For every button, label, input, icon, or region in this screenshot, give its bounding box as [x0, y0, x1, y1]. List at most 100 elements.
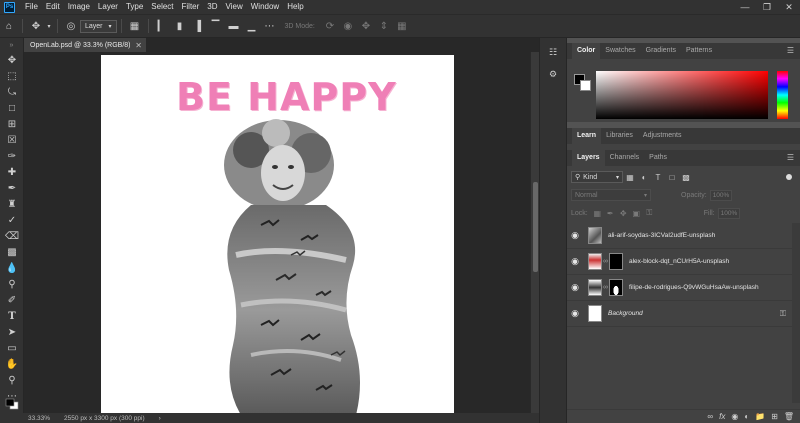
lock-artboard-icon[interactable]: ▣ — [630, 209, 643, 218]
visibility-eye-icon[interactable]: ◉ — [567, 282, 583, 293]
color-picker-field[interactable] — [596, 71, 768, 119]
lock-transparent-pixels-icon[interactable]: ▦ — [591, 209, 604, 218]
layers-scrollbar[interactable] — [792, 223, 800, 403]
home-icon[interactable]: ⌂ — [0, 17, 18, 35]
link-layers-icon[interactable]: ∞ — [707, 412, 713, 421]
adjustment-filter-icon[interactable]: ◐ — [637, 171, 651, 183]
dodge-tool-icon[interactable]: ⚲ — [0, 276, 24, 292]
auto-select-icon[interactable]: ◎ — [62, 17, 80, 35]
menu-edit[interactable]: Edit — [42, 0, 64, 14]
visibility-eye-icon[interactable]: ◉ — [567, 256, 583, 267]
minimize-icon[interactable]: — — [734, 0, 756, 14]
transform-controls-icon[interactable]: ▦ — [126, 17, 144, 35]
layer-row[interactable]: ◉ Background ⚿ — [567, 301, 792, 327]
pen-tool-icon[interactable]: ✐ — [0, 292, 24, 308]
align-middle-icon[interactable]: ▬ — [225, 17, 243, 35]
frame-tool-icon[interactable]: ☒ — [0, 132, 24, 148]
tab-layers[interactable]: Layers — [572, 150, 605, 166]
zoom-level[interactable]: 33.33% — [28, 415, 50, 422]
tab-patterns[interactable]: Patterns — [681, 43, 717, 59]
brush-tool-icon[interactable]: ✒ — [0, 180, 24, 196]
lasso-tool-icon[interactable]: ⤿ — [0, 84, 24, 100]
tab-learn[interactable]: Learn — [572, 128, 602, 144]
lock-all-icon[interactable]: ⚿ — [643, 208, 656, 218]
background-color-swatch[interactable] — [580, 80, 591, 91]
panel-menu-icon[interactable]: ☰ — [787, 153, 794, 162]
align-top-icon[interactable]: ▔ — [207, 17, 225, 35]
menu-image[interactable]: Image — [64, 0, 94, 14]
adjustment-layer-icon[interactable]: ◐ — [744, 412, 749, 421]
3d-rotate-icon[interactable]: ⟳ — [321, 17, 339, 35]
visibility-eye-icon[interactable]: ◉ — [567, 308, 583, 319]
3d-scale-icon[interactable]: ▦ — [393, 17, 411, 35]
layer-row[interactable]: ◉ ali-arif-soydas-3ICVaI2udfE-unsplash — [567, 223, 792, 249]
more-options-icon[interactable]: ⋯ — [261, 17, 279, 35]
document-tab[interactable]: OpenLab.psd @ 33.3% (RGB/8) ✕ — [24, 38, 146, 52]
eraser-tool-icon[interactable]: ⌫ — [0, 228, 24, 244]
layer-row[interactable]: ◉ ∞ alex-block-dqt_nCUrH5A-unsplash — [567, 249, 792, 275]
tab-adjustments[interactable]: Adjustments — [638, 128, 687, 144]
tab-channels[interactable]: Channels — [605, 150, 645, 166]
visibility-eye-icon[interactable]: ◉ — [567, 230, 583, 241]
pixel-filter-icon[interactable]: ▦ — [623, 171, 637, 183]
object-selection-tool-icon[interactable]: □ — [0, 100, 24, 116]
canvas-area[interactable]: BE HAPPY — [24, 52, 530, 413]
layer-row[interactable]: ◉ ∞ filipe-de-rodrigues-Q9vWGuHsaAw-unsp… — [567, 275, 792, 301]
foreground-background-color-icon[interactable] — [5, 398, 19, 410]
menu-file[interactable]: File — [21, 0, 42, 14]
menu-3d[interactable]: 3D — [203, 0, 221, 14]
close-tab-icon[interactable]: ✕ — [135, 41, 142, 50]
opacity-input[interactable]: 100% — [709, 189, 732, 201]
scrollbar-thumb[interactable] — [533, 182, 538, 272]
layer-mask-thumbnail[interactable] — [609, 279, 623, 296]
blur-tool-icon[interactable]: 💧 — [0, 260, 24, 276]
menu-help[interactable]: Help — [283, 0, 307, 14]
properties-panel-icon[interactable]: ⚙ — [543, 66, 563, 82]
toolbar-collapse-icon[interactable]: » — [0, 38, 23, 52]
3d-pan-icon[interactable]: ✥ — [357, 17, 375, 35]
menu-window[interactable]: Window — [247, 0, 283, 14]
menu-select[interactable]: Select — [147, 0, 177, 14]
close-icon[interactable]: ✕ — [778, 0, 800, 14]
layer-mask-thumbnail[interactable] — [609, 253, 623, 270]
3d-roll-icon[interactable]: ◉ — [339, 17, 357, 35]
align-right-icon[interactable]: ▐ — [189, 17, 207, 35]
healing-brush-tool-icon[interactable]: ✚ — [0, 164, 24, 180]
history-brush-tool-icon[interactable]: ✓ — [0, 212, 24, 228]
clone-stamp-tool-icon[interactable]: ♜ — [0, 196, 24, 212]
tab-paths[interactable]: Paths — [644, 150, 672, 166]
menu-filter[interactable]: Filter — [178, 0, 204, 14]
filter-toggle-icon[interactable] — [786, 174, 792, 180]
align-bottom-icon[interactable]: ▁ — [243, 17, 261, 35]
gradient-tool-icon[interactable]: ▩ — [0, 244, 24, 260]
tab-swatches[interactable]: Swatches — [600, 43, 640, 59]
auto-select-target-select[interactable]: Layer ▾ — [80, 19, 117, 33]
tab-color[interactable]: Color — [572, 43, 601, 59]
3d-slide-icon[interactable]: ⇕ — [375, 17, 393, 35]
type-filter-icon[interactable]: T — [651, 171, 665, 183]
move-tool-icon[interactable]: ✥ — [0, 52, 24, 68]
type-tool-icon[interactable]: T — [0, 308, 24, 324]
lock-image-pixels-icon[interactable]: ✒ — [604, 209, 617, 218]
zoom-tool-icon[interactable]: ⚲ — [0, 372, 24, 388]
fill-input[interactable]: 100% — [717, 207, 740, 219]
chevron-right-icon[interactable]: › — [159, 415, 161, 422]
document-canvas[interactable]: BE HAPPY — [101, 55, 454, 413]
menu-type[interactable]: Type — [122, 0, 147, 14]
lock-position-icon[interactable]: ✥ — [617, 209, 630, 218]
hue-slider[interactable] — [777, 71, 788, 119]
path-selection-tool-icon[interactable]: ➤ — [0, 324, 24, 340]
eyedropper-tool-icon[interactable]: ✑ — [0, 148, 24, 164]
smart-object-filter-icon[interactable]: ▩ — [679, 171, 693, 183]
menu-view[interactable]: View — [222, 0, 247, 14]
shape-filter-icon[interactable]: □ — [665, 171, 679, 183]
filter-kind-select[interactable]: ⚲ Kind ▾ — [571, 171, 623, 183]
panel-menu-icon[interactable]: ☰ — [787, 46, 794, 55]
restore-icon[interactable]: ❐ — [756, 0, 778, 14]
menu-layer[interactable]: Layer — [94, 0, 122, 14]
rectangle-tool-icon[interactable]: ▭ — [0, 340, 24, 356]
blend-mode-select[interactable]: Normal ▾ — [571, 189, 651, 201]
align-left-icon[interactable]: ▎ — [153, 17, 171, 35]
marquee-tool-icon[interactable]: ⬚ — [0, 68, 24, 84]
tab-libraries[interactable]: Libraries — [601, 128, 638, 144]
